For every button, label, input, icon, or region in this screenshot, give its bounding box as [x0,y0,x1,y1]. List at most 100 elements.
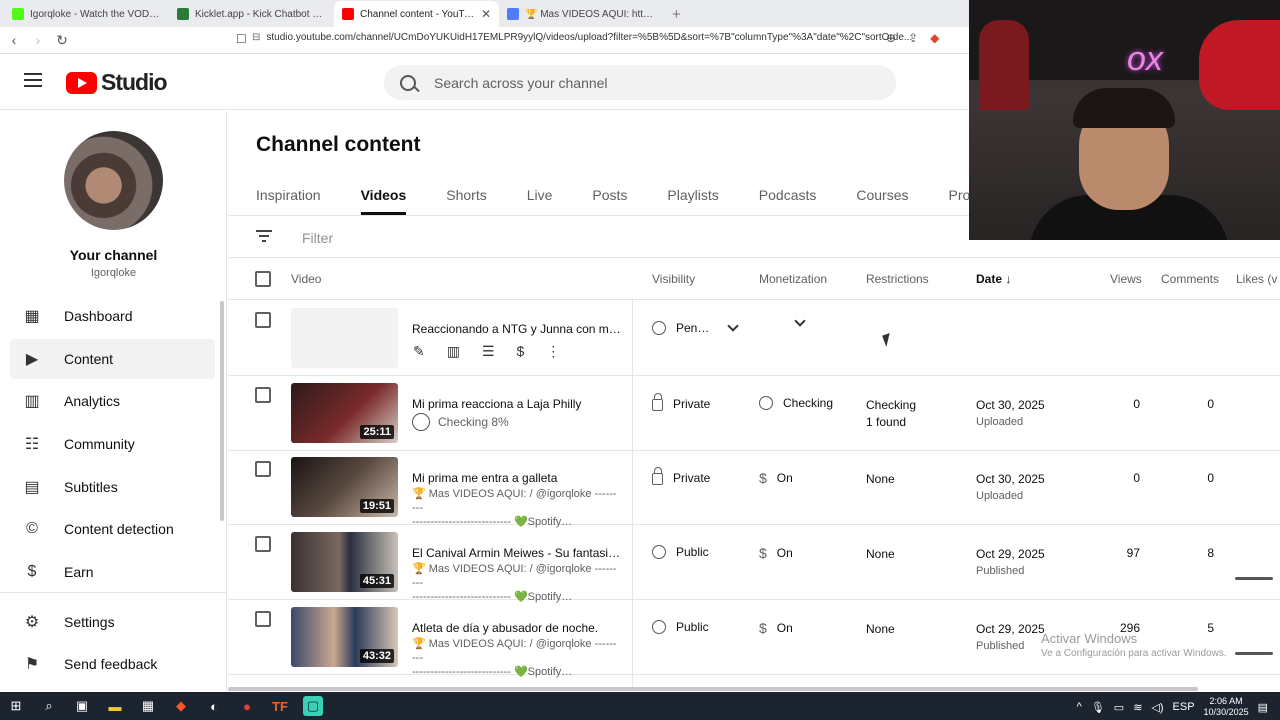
visibility-cell[interactable]: Public [652,545,709,559]
tab-live[interactable]: Live [527,187,553,215]
table-row[interactable]: Reaccionando a NTG y Junna con mi … ✎ ▥ … [228,301,1280,376]
column-visibility[interactable]: Visibility [652,272,695,286]
chevron-up-icon[interactable]: ^ [1077,701,1082,713]
sidebar-item-analytics[interactable]: ▥ Analytics [10,381,215,421]
restrictions-cell[interactable]: None [866,621,895,638]
column-date[interactable]: Date ↓ [976,272,1011,286]
visibility-cell[interactable]: Private [652,467,710,485]
tab-playlists[interactable]: Playlists [667,187,718,215]
channel-avatar[interactable] [64,131,163,230]
table-row[interactable]: 45:31 El Canival Armin Meiwes - Su fanta… [228,525,1280,603]
tab-videos[interactable]: Videos [360,187,406,215]
sidebar-scrollbar[interactable] [220,301,224,521]
sidebar-item-send-feedback[interactable]: ⚑ Send feedback [10,644,215,684]
column-views[interactable]: Views [1110,272,1142,286]
video-title[interactable]: El Canival Armin Meiwes - Su fantasia … [412,546,622,560]
scroll-indicator[interactable] [1235,577,1273,580]
url-field[interactable]: ⊟ studio.youtube.com/channel/UCmDoYUKUid… [252,32,912,43]
tab-courses[interactable]: Courses [856,187,908,215]
column-restrictions[interactable]: Restrictions [866,272,929,286]
forward-icon[interactable]: › [28,32,48,48]
visibility-dropdown[interactable]: Pen… [652,320,740,335]
row-checkbox[interactable] [255,387,271,403]
analytics-icon[interactable]: ▥ [447,343,460,360]
video-thumbnail[interactable]: 43:32 [291,607,398,667]
zoom-icon[interactable]: ⊕ [886,31,896,45]
wifi-icon[interactable]: ≋ [1133,701,1142,714]
search-bar[interactable] [384,65,896,100]
brave-browser-icon[interactable]: ◆ [171,696,191,716]
restrictions-cell[interactable]: None [866,546,895,563]
sidebar-item-content-detection[interactable]: © Content detection [10,509,215,549]
tab-shorts[interactable]: Shorts [446,187,486,215]
video-thumbnail[interactable]: 25:11 [291,383,398,443]
monetization-dropdown[interactable] [794,315,806,327]
visibility-cell[interactable]: Private [652,393,710,411]
reload-icon[interactable]: ↻ [52,32,72,49]
browser-tab-docs[interactable]: 🏆 Mas VIDEOS AQUI: https://www… [499,1,664,27]
row-checkbox[interactable] [255,536,271,552]
store-icon[interactable]: ▦ [138,696,158,716]
comments-icon[interactable]: ☰ [482,343,495,360]
tab-inspiration[interactable]: Inspiration [256,187,321,215]
video-thumbnail[interactable]: 19:51 [291,457,398,517]
share-icon[interactable]: ⇪ [908,31,918,45]
notifications-icon[interactable]: ▤ [1258,701,1268,714]
sidebar-item-community[interactable]: ☷ Community [10,424,215,464]
clock[interactable]: 2:06 AM 10/30/2025 [1204,696,1249,718]
task-view-icon[interactable]: ▣ [72,696,92,716]
more-options-icon[interactable]: ⋮ [546,343,560,360]
column-monetization[interactable]: Monetization [759,272,827,286]
horizontal-scrollbar[interactable] [228,687,1198,691]
new-tab-icon[interactable]: + [664,6,689,27]
table-row[interactable]: 19:51 Mi prima me entra a galleta 🏆 Mas … [228,450,1280,528]
file-explorer-icon[interactable]: ▬ [105,696,125,716]
language-indicator[interactable]: ESP [1173,701,1195,713]
kick-app-icon[interactable]: ▢ [303,696,323,716]
browser-tab-kicklet[interactable]: Kicklet.app - Kick Chatbot and Overl… [169,1,334,27]
tab-posts[interactable]: Posts [592,187,627,215]
sidebar-item-dashboard[interactable]: ▦ Dashboard [10,296,215,336]
microphone-icon[interactable]: 🎙 [1091,701,1105,714]
video-title[interactable]: Mi prima me entra a galleta [412,471,622,485]
app-icon[interactable]: ◐ [204,696,224,716]
column-comments[interactable]: Comments [1161,272,1219,286]
search-input[interactable] [434,74,834,91]
edit-icon[interactable]: ✎ [413,343,425,360]
row-checkbox[interactable] [255,461,271,477]
monetization-icon[interactable]: $ [517,343,525,360]
monetization-cell[interactable]: $ On [759,620,793,636]
visibility-cell[interactable]: Public [652,620,709,634]
site-info-icon[interactable]: ⊟ [252,32,260,43]
bookmark-icon[interactable]: ☐ [236,32,247,46]
back-icon[interactable]: ‹ [4,32,24,48]
browser-tab-youtube-studio[interactable]: Channel content - YouTube Studi… ✕ [334,1,499,27]
sidebar-item-subtitles[interactable]: ▤ Subtitles [10,467,215,507]
column-likes[interactable]: Likes (v [1236,272,1277,286]
video-title[interactable]: Reaccionando a NTG y Junna con mi … [412,322,622,336]
network-icon[interactable]: ▭ [1114,701,1124,714]
brave-shield-icon[interactable]: ◆ [930,31,939,45]
studio-logo[interactable]: Studio [66,69,168,96]
monetization-cell[interactable]: $ On [759,545,793,561]
select-all-checkbox[interactable] [255,271,271,287]
windows-start-icon[interactable]: ⊞ [6,696,26,716]
sidebar-item-earn[interactable]: $ Earn [10,552,215,592]
close-tab-icon[interactable]: ✕ [481,7,491,21]
menu-icon[interactable] [24,73,42,87]
restrictions-cell[interactable]: Checking 1 found [866,397,916,431]
tab-podcasts[interactable]: Podcasts [759,187,817,215]
browser-tab-kick[interactable]: Igorqloke - Watch the VOD on Kick [4,1,169,27]
video-thumbnail[interactable]: 45:31 [291,532,398,592]
video-title[interactable]: Atleta de día y abusador de noche. [412,621,622,635]
video-title[interactable]: Mi prima reacciona a Laja Philly [412,397,622,411]
sidebar-item-content[interactable]: ▶ Content [10,339,215,379]
monetization-cell[interactable]: $ On [759,470,793,486]
sidebar-item-settings[interactable]: ⚙ Settings [10,602,215,642]
filter-icon[interactable] [256,230,272,243]
row-checkbox[interactable] [255,312,271,328]
obs-icon[interactable]: ● [237,696,257,716]
search-icon[interactable]: ⌕ [39,696,59,716]
restrictions-cell[interactable]: None [866,471,895,488]
scroll-indicator[interactable] [1235,652,1273,655]
